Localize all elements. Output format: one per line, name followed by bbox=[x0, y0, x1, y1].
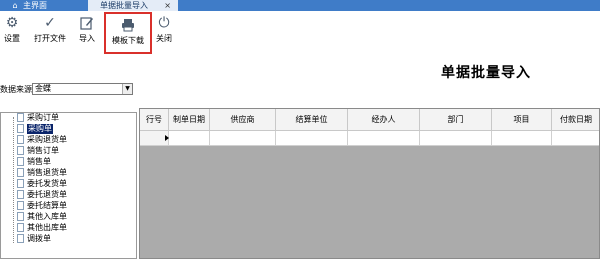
tree-item-label: 采购订单 bbox=[27, 113, 59, 122]
tree-item-label: 采购单 bbox=[27, 124, 53, 134]
document-icon bbox=[17, 212, 24, 221]
close-icon[interactable]: × bbox=[164, 0, 171, 11]
tree-item-label: 采购退货单 bbox=[27, 135, 67, 144]
tree-connector-line bbox=[13, 117, 14, 243]
document-icon bbox=[17, 113, 24, 122]
document-icon bbox=[17, 190, 24, 199]
open-file-label: 打开文件 bbox=[34, 34, 66, 43]
import-button[interactable]: 导入 bbox=[76, 13, 98, 51]
template-download-button[interactable]: 模板下载 bbox=[104, 12, 152, 54]
tree-item[interactable]: 销售订单 bbox=[17, 146, 59, 156]
tree-item-label: 委托结算单 bbox=[27, 201, 67, 210]
gear-icon: ⚙ bbox=[5, 15, 19, 31]
document-icon bbox=[17, 124, 24, 133]
tree-item[interactable]: 委托发货单 bbox=[17, 179, 67, 189]
open-file-button[interactable]: ✓ 打开文件 bbox=[30, 13, 70, 51]
tree-item[interactable]: 销售单 bbox=[17, 157, 51, 167]
tree-item[interactable]: 采购退货单 bbox=[17, 135, 67, 145]
column-header[interactable]: 项目 bbox=[492, 109, 552, 131]
tree-item[interactable]: 采购订单 bbox=[17, 113, 59, 123]
tree-item-label: 调拨单 bbox=[27, 234, 51, 243]
tree-item-label: 委托退货单 bbox=[27, 190, 67, 199]
document-icon bbox=[17, 135, 24, 144]
home-icon: ⌂ bbox=[12, 1, 18, 10]
grid-cell[interactable] bbox=[276, 131, 348, 146]
tab-home[interactable]: ⌂ 主界面 bbox=[0, 0, 86, 11]
page-title: 单据批量导入 bbox=[441, 65, 531, 81]
tree-item[interactable]: 其他出库单 bbox=[17, 223, 67, 233]
document-icon bbox=[17, 146, 24, 155]
grid-cell[interactable] bbox=[210, 131, 276, 146]
row-header[interactable] bbox=[140, 131, 169, 146]
tab-batch-import-label: 单据批量导入 bbox=[100, 1, 148, 10]
tab-strip: ⌂ 主界面 单据批量导入 × bbox=[0, 0, 600, 11]
close-button[interactable]: ⏻ 关闭 bbox=[152, 13, 176, 51]
column-header[interactable]: 制单日期 bbox=[169, 109, 210, 131]
document-icon bbox=[17, 157, 24, 166]
toolbar: ⚙ 设置 ✓ 打开文件 导入 模板下载 ⏻ 关闭 bbox=[0, 11, 600, 54]
grid-cell[interactable] bbox=[169, 131, 210, 146]
tree-item-label: 委托发货单 bbox=[27, 179, 67, 188]
tree-item[interactable]: 采购单 bbox=[17, 124, 53, 134]
tree-item-label: 销售退货单 bbox=[27, 168, 67, 177]
document-icon bbox=[17, 168, 24, 177]
column-header[interactable]: 行号 bbox=[140, 109, 169, 131]
data-source-label: 数据来源 bbox=[0, 85, 32, 94]
tree-item[interactable]: 委托结算单 bbox=[17, 201, 67, 211]
tree-item-label: 销售订单 bbox=[27, 146, 59, 155]
template-download-label: 模板下载 bbox=[112, 36, 144, 45]
document-icon bbox=[17, 223, 24, 232]
tab-home-label: 主界面 bbox=[23, 1, 47, 10]
column-header[interactable]: 结算单位 bbox=[276, 109, 348, 131]
document-icon bbox=[17, 201, 24, 210]
tree-item-label: 销售单 bbox=[27, 157, 51, 166]
edit-icon bbox=[76, 13, 98, 33]
column-header[interactable]: 供应商 bbox=[210, 109, 276, 131]
grid-cell[interactable] bbox=[348, 131, 420, 146]
tree-item[interactable]: 调拨单 bbox=[17, 234, 51, 244]
settings-button[interactable]: ⚙ 设置 bbox=[0, 13, 24, 51]
import-label: 导入 bbox=[79, 34, 95, 43]
data-source-value: 金蝶 bbox=[35, 84, 51, 93]
column-header[interactable]: 经办人 bbox=[348, 109, 420, 131]
tree-item-label: 其他入库单 bbox=[27, 212, 67, 221]
data-source-select[interactable]: 金蝶 ▼ bbox=[32, 83, 133, 95]
column-header[interactable]: 部门 bbox=[420, 109, 492, 131]
printer-icon bbox=[106, 15, 150, 35]
column-header[interactable]: 付款日期 bbox=[552, 109, 599, 131]
tree-item[interactable]: 委托退货单 bbox=[17, 190, 67, 200]
power-icon: ⏻ bbox=[158, 15, 170, 31]
document-icon bbox=[17, 234, 24, 243]
tree-item[interactable]: 其他入库单 bbox=[17, 212, 67, 222]
tab-batch-import[interactable]: 单据批量导入 × bbox=[88, 0, 178, 11]
grid-cell[interactable] bbox=[492, 131, 552, 146]
settings-label: 设置 bbox=[4, 34, 20, 43]
document-type-tree: 采购订单 采购单 采购退货单 销售订单 销售单 销售退货单 委托发货单 委托退货… bbox=[0, 112, 137, 259]
tree-item[interactable]: 销售退货单 bbox=[17, 168, 67, 178]
import-data-grid[interactable]: 行号 制单日期 供应商 结算单位 经办人 部门 项目 付款日期 bbox=[139, 108, 600, 259]
grid-cell[interactable] bbox=[552, 131, 599, 146]
grid-cell[interactable] bbox=[420, 131, 492, 146]
close-label: 关闭 bbox=[156, 34, 172, 43]
chevron-down-icon[interactable]: ▼ bbox=[122, 84, 132, 94]
tree-item-label: 其他出库单 bbox=[27, 223, 67, 232]
check-icon: ✓ bbox=[44, 15, 56, 31]
document-icon bbox=[17, 179, 24, 188]
